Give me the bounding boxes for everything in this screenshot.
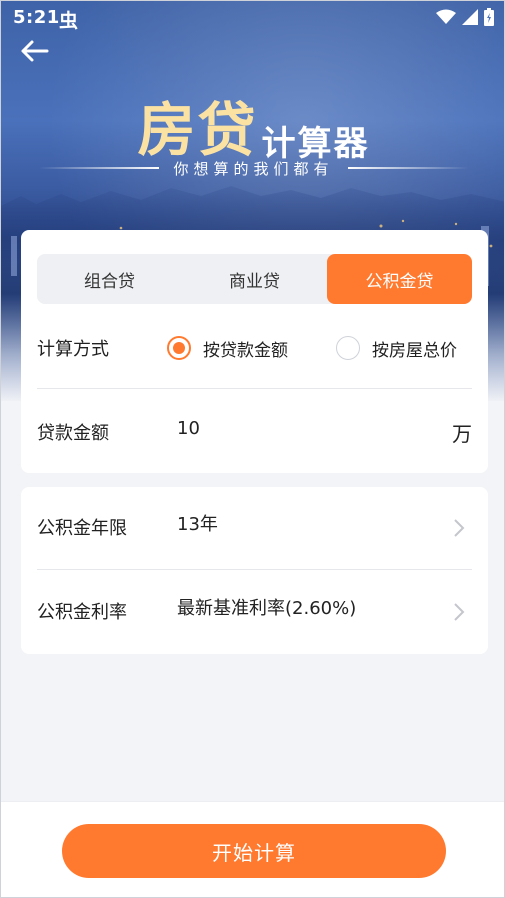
fund-rate-label: 公积金利率 [37, 602, 127, 623]
tab-provident-fund-loan[interactable]: 公积金贷 [327, 254, 472, 304]
divider [37, 388, 472, 389]
divider [37, 569, 472, 570]
fund-years-value: 13年 [177, 514, 218, 535]
loan-amount-unit: 万 [452, 421, 472, 446]
page-title: 房贷 计算器 [1, 83, 504, 164]
radio-by-loan-amount-label: 按贷款金额 [203, 340, 288, 361]
status-icons [436, 8, 494, 26]
calc-method-label: 计算方式 [37, 339, 109, 360]
chevron-right-icon [454, 519, 465, 537]
fund-years-label: 公积金年限 [37, 518, 127, 539]
fund-settings-card: 公积金年限 13年 公积金利率 最新基准利率(2.60%) [21, 487, 488, 654]
tagline-right-line [347, 167, 468, 169]
calc-method-row: 计算方式 按贷款金额 按房屋总价 [37, 330, 472, 366]
radio-by-house-price-label: 按房屋总价 [372, 340, 457, 361]
tab-commercial-loan[interactable]: 商业贷 [182, 254, 327, 304]
status-bar: 5:21 虫 [1, 1, 504, 35]
notification-icon: 虫 [59, 10, 79, 32]
battery-icon [484, 8, 494, 26]
tagline-text: 你想算的我们都有 [173, 159, 334, 178]
loan-type-tabs: 组合贷 商业贷 公积金贷 [37, 254, 472, 304]
fund-rate-row[interactable]: 公积金利率 最新基准利率(2.60%) [37, 593, 472, 629]
radio-checked-icon [167, 336, 191, 360]
radio-unchecked-icon [336, 336, 360, 360]
chevron-right-icon [454, 603, 465, 621]
start-calculation-button[interactable]: 开始计算 [62, 824, 446, 878]
tagline: 你想算的我们都有 [1, 156, 504, 180]
radio-by-house-price[interactable]: 按房屋总价 [336, 336, 457, 361]
wifi-icon [436, 9, 456, 24]
back-arrow-icon[interactable] [19, 37, 51, 65]
signal-icon [462, 9, 478, 25]
tab-combined-loan[interactable]: 组合贷 [37, 254, 182, 304]
radio-by-loan-amount[interactable]: 按贷款金额 [167, 336, 288, 361]
loan-amount-input[interactable]: 10 [177, 418, 200, 439]
tagline-left-line [39, 167, 160, 169]
title-main: 房贷 [137, 96, 258, 164]
status-time: 5:21 [13, 7, 60, 28]
loan-amount-label: 贷款金额 [37, 423, 109, 444]
fund-years-row[interactable]: 公积金年限 13年 [37, 509, 472, 545]
fund-rate-value: 最新基准利率(2.60%) [177, 598, 357, 619]
loan-type-card: 组合贷 商业贷 公积金贷 计算方式 按贷款金额 按房屋总价 贷款金额 10 万 [21, 230, 488, 473]
loan-amount-row[interactable]: 贷款金额 10 万 [37, 414, 472, 450]
app-screen: 5:21 虫 房贷 计算器 你想算的我们都有 组合贷 商业贷 公积金贷 计算方式 … [0, 0, 505, 898]
